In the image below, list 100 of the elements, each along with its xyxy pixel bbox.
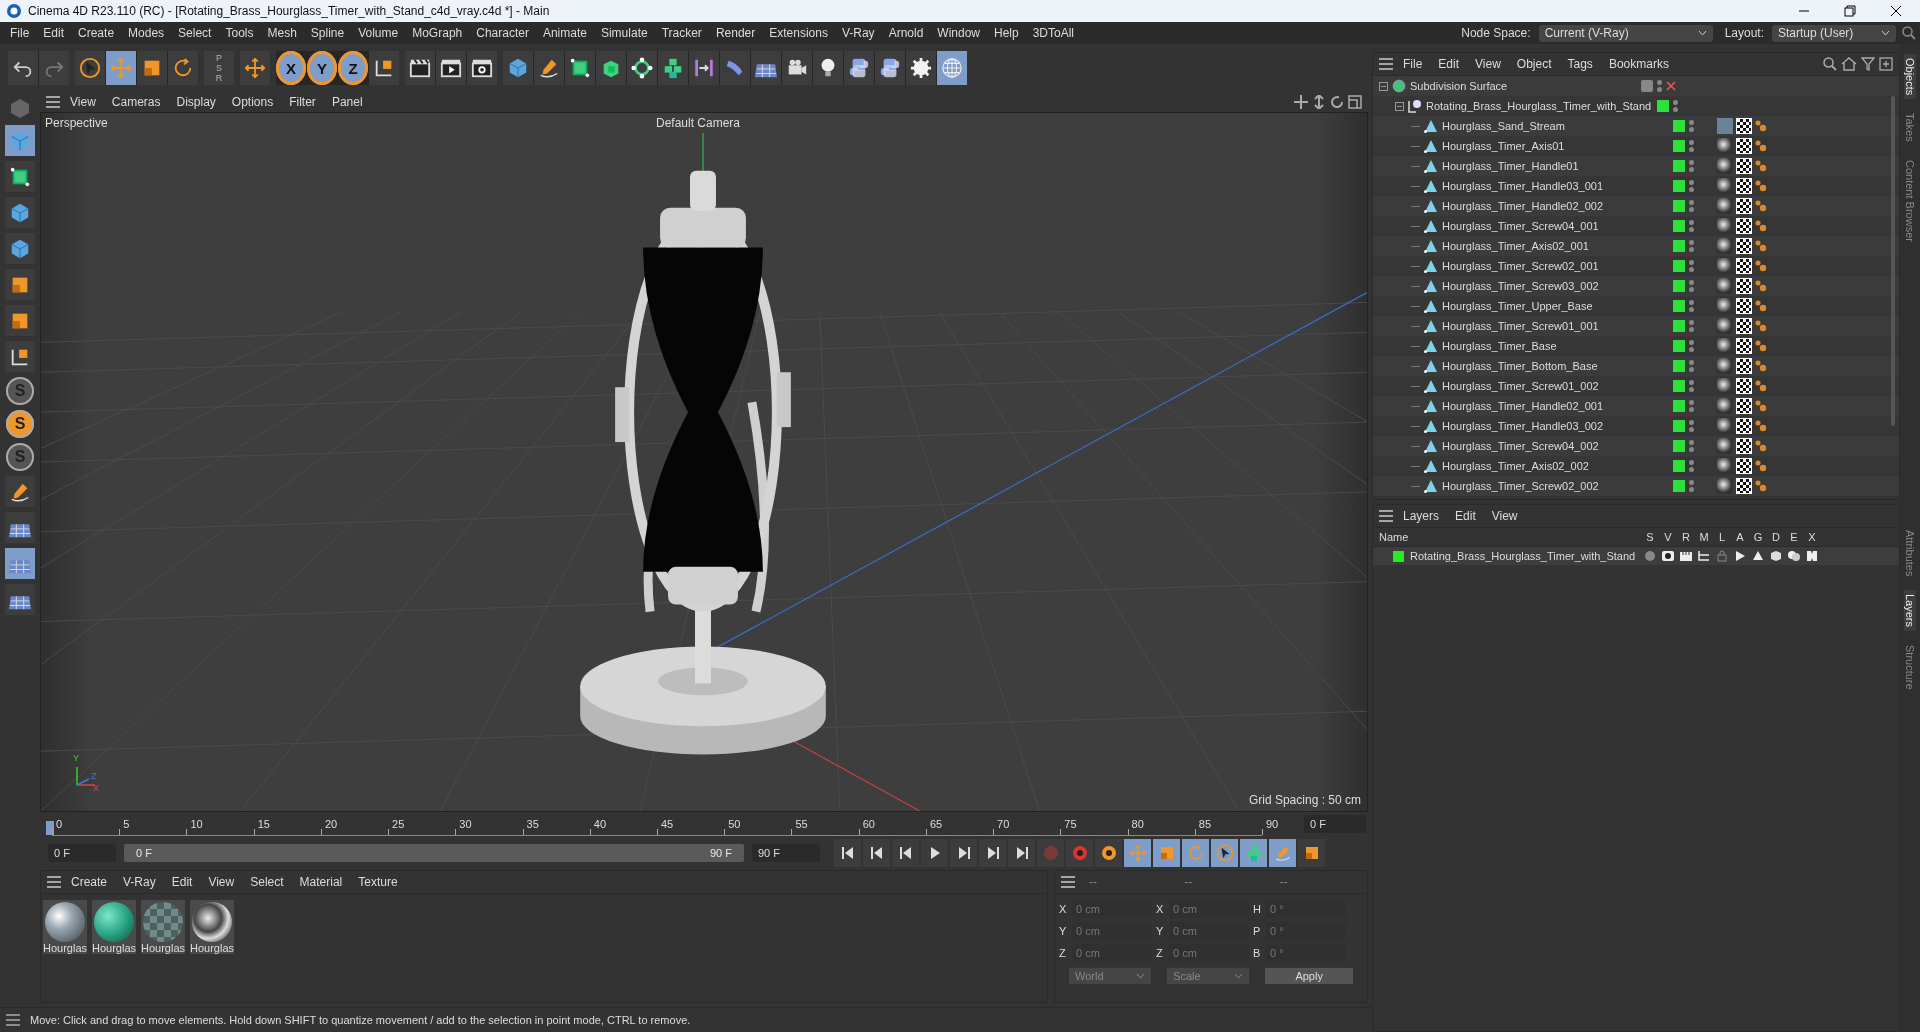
python-icon[interactable]: [1787, 550, 1801, 562]
layers-menu-item[interactable]: View: [1485, 509, 1524, 523]
layer-color-icon[interactable]: [1673, 140, 1685, 152]
axis-lock-button[interactable]: Z: [338, 51, 368, 85]
visibility-dots-icon[interactable]: [1689, 320, 1694, 332]
eye-icon[interactable]: [1661, 550, 1675, 562]
object-name[interactable]: Hourglass_Timer_Screw01_001: [1442, 320, 1599, 332]
material-tag-icon[interactable]: [1717, 138, 1733, 154]
side-tab[interactable]: Takes: [1904, 109, 1916, 147]
object-menu-item[interactable]: Object: [1510, 57, 1558, 71]
go-to-end-button[interactable]: [1008, 839, 1035, 867]
menu-item[interactable]: Character: [470, 26, 535, 40]
material-tag-icon[interactable]: [1717, 338, 1733, 354]
layer-color-icon[interactable]: [1673, 180, 1685, 192]
visibility-dots-icon[interactable]: [1689, 460, 1694, 472]
visibility-dots-icon[interactable]: [1689, 340, 1694, 352]
texture-tag-icon[interactable]: [1755, 320, 1767, 332]
material-swatch[interactable]: Hourglas: [141, 900, 185, 954]
layer-color-icon[interactable]: [1673, 240, 1685, 252]
checker-tag-icon[interactable]: [1736, 478, 1752, 494]
symmetry-button[interactable]: [689, 51, 719, 85]
viewport-menu-item[interactable]: Display: [170, 95, 222, 109]
object-name[interactable]: Hourglass_Timer_Handle02_001: [1442, 400, 1604, 412]
visibility-dots-icon[interactable]: [1657, 80, 1662, 92]
render-button[interactable]: [436, 51, 466, 85]
cube-button[interactable]: [503, 51, 533, 85]
visibility-dots-icon[interactable]: [1689, 380, 1694, 392]
menu-item[interactable]: Animate: [536, 26, 593, 40]
material-tag-icon[interactable]: [1717, 398, 1733, 414]
visibility-dots-icon[interactable]: [1689, 160, 1694, 172]
layer-color-icon[interactable]: [1673, 440, 1685, 452]
layer-color-icon[interactable]: [1673, 400, 1685, 412]
select-tool-button[interactable]: [75, 51, 105, 85]
checker-tag-icon[interactable]: [1736, 198, 1752, 214]
viewport-menu-item[interactable]: Cameras: [105, 95, 167, 109]
menu-item[interactable]: Tracker: [655, 26, 708, 40]
checker-tag-icon[interactable]: [1736, 218, 1752, 234]
layers-menu-item[interactable]: Edit: [1449, 509, 1482, 523]
cloner-button[interactable]: [627, 51, 657, 85]
material-swatch[interactable]: Hourglas: [92, 900, 136, 954]
go-to-start-button[interactable]: [834, 839, 861, 867]
workplane-button[interactable]: [5, 512, 35, 543]
menu-icon[interactable]: [46, 96, 60, 108]
object-name[interactable]: Hourglass_Timer_Screw02_002: [1442, 480, 1599, 492]
viewport-menu-item[interactable]: Filter: [283, 95, 322, 109]
material-tag-icon[interactable]: [1717, 158, 1733, 174]
material-tag-icon[interactable]: [1717, 178, 1733, 194]
visibility-dots-icon[interactable]: [1689, 200, 1694, 212]
side-tab[interactable]: Layers: [1904, 590, 1916, 632]
play-button[interactable]: [921, 839, 948, 867]
layer-color-icon[interactable]: [1673, 300, 1685, 312]
texture-tag-icon[interactable]: [1755, 120, 1767, 132]
filter-icon[interactable]: [1861, 57, 1875, 71]
texture-tag-icon[interactable]: [1755, 220, 1767, 232]
visibility-dots-icon[interactable]: [1689, 400, 1694, 412]
checker-tag-icon[interactable]: [1736, 358, 1752, 374]
object-name[interactable]: Hourglass_Sand_Stream: [1442, 120, 1565, 132]
array-button[interactable]: [658, 51, 688, 85]
checker-tag-icon[interactable]: [1736, 238, 1752, 254]
side-tab[interactable]: Attributes: [1904, 526, 1916, 581]
menu-icon[interactable]: [1379, 510, 1393, 522]
light-button[interactable]: [813, 51, 843, 85]
viewport-menu-item[interactable]: Panel: [325, 95, 369, 109]
material-tag-icon[interactable]: [1717, 298, 1733, 314]
snap-button[interactable]: S: [6, 410, 34, 438]
checker-tag-icon[interactable]: [1736, 258, 1752, 274]
node-space-dropdown[interactable]: Current (V-Ray): [1538, 24, 1713, 42]
material-menu-item[interactable]: View: [202, 875, 241, 889]
texture-tag-icon[interactable]: [1755, 240, 1767, 252]
playhead-handle[interactable]: [46, 820, 54, 835]
object-name[interactable]: Rotating_Brass_Hourglass_Timer_with_Stand: [1426, 100, 1652, 112]
visibility-dots-icon[interactable]: [1689, 260, 1694, 272]
menu-item[interactable]: Simulate: [594, 26, 654, 40]
visibility-dots-icon[interactable]: [1689, 480, 1694, 492]
object-name[interactable]: Hourglass_Timer_Handle01: [1442, 160, 1579, 172]
object-name[interactable]: Hourglass_Timer_Axis01: [1442, 140, 1565, 152]
texture-tag-icon[interactable]: [1755, 440, 1767, 452]
menu-icon[interactable]: [1379, 58, 1393, 70]
visibility-dots-icon[interactable]: [1689, 280, 1694, 292]
visibility-dots-icon[interactable]: [1689, 120, 1694, 132]
search-icon[interactable]: [1823, 57, 1837, 71]
checker-tag-icon[interactable]: [1736, 458, 1752, 474]
play-icon[interactable]: [1733, 550, 1747, 562]
checker-tag-icon[interactable]: [1736, 398, 1752, 414]
param-key-button[interactable]: [1211, 839, 1238, 867]
menu-item[interactable]: Spline: [304, 26, 351, 40]
checker-tag-icon[interactable]: [1736, 138, 1752, 154]
layer-color-icon[interactable]: [1673, 260, 1685, 272]
material-tag-icon[interactable]: [1717, 238, 1733, 254]
menu-item[interactable]: Help: [988, 26, 1025, 40]
menu-item[interactable]: Volume: [352, 26, 405, 40]
material-tag-icon[interactable]: [1717, 278, 1733, 294]
expression-icon[interactable]: [1805, 550, 1819, 562]
checker-tag-icon[interactable]: [1736, 178, 1752, 194]
texture-tag-icon[interactable]: [1755, 360, 1767, 372]
material-tag-icon[interactable]: [1717, 318, 1733, 334]
floor-button[interactable]: [751, 51, 781, 85]
generator-icon[interactable]: [1751, 550, 1765, 562]
menu-item[interactable]: Window: [931, 26, 986, 40]
end-frame-field[interactable]: 90 F: [752, 844, 820, 862]
